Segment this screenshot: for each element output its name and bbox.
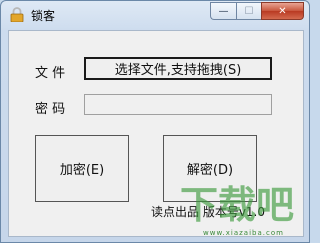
maximize-button[interactable]: ☐ [236, 2, 261, 20]
select-file-button[interactable]: 选择文件,支持拖拽(S) [84, 57, 272, 80]
watermark-logo-text: 下载吧 [180, 183, 294, 227]
password-label: 密 码 [35, 102, 66, 117]
watermark-url: www.xiazaiba.com [203, 229, 284, 237]
title-bar[interactable]: 锁客 — ☐ ✕ [1, 1, 309, 29]
encrypt-button[interactable]: 加密(E) [35, 135, 129, 202]
close-button[interactable]: ✕ [261, 2, 304, 20]
caption-buttons: — ☐ ✕ [210, 2, 304, 21]
file-label: 文 件 [35, 66, 66, 81]
password-field[interactable] [84, 94, 272, 115]
minimize-button[interactable]: — [210, 2, 236, 20]
window-title: 锁客 [31, 9, 56, 23]
lock-icon [10, 7, 24, 22]
